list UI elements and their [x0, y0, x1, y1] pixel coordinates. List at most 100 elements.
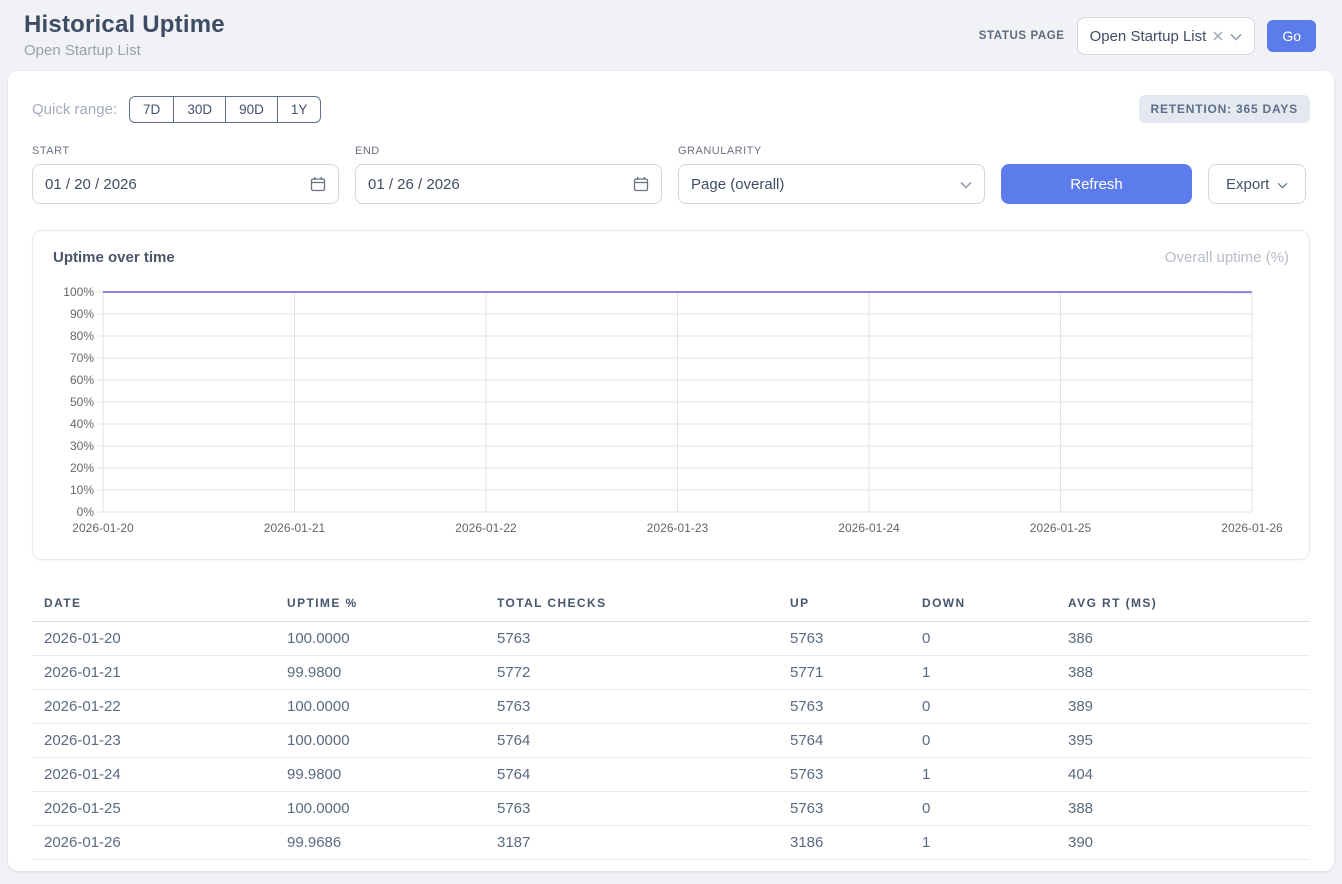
end-date-input[interactable]: 01 / 26 / 2026: [355, 164, 662, 204]
table-cell: 2026-01-26: [32, 826, 275, 860]
table-cell: 5771: [778, 656, 910, 690]
page-subtitle: Open Startup List: [24, 42, 225, 59]
filter-form: START 01 / 20 / 2026 END 01 / 26 / 2026 …: [32, 145, 1310, 204]
table-cell: 0: [910, 792, 1056, 826]
table-cell: 389: [1056, 690, 1310, 724]
granularity-select[interactable]: Page (overall): [678, 164, 985, 204]
y-axis-tick-label: 50%: [70, 395, 94, 409]
table-cell: 3187: [485, 826, 778, 860]
table-header-row: DATEUPTIME %TOTAL CHECKSUPDOWNAVG RT (MS…: [32, 586, 1310, 622]
table-cell: 2026-01-23: [32, 724, 275, 758]
table-cell: 5763: [485, 690, 778, 724]
y-axis-tick-label: 100%: [63, 285, 94, 299]
table-cell: 5763: [778, 690, 910, 724]
end-date-field: END 01 / 26 / 2026: [355, 145, 662, 204]
table-cell: 2026-01-20: [32, 622, 275, 656]
table-cell: 3186: [778, 826, 910, 860]
y-axis-tick-label: 40%: [70, 417, 94, 431]
end-date-value: 01 / 26 / 2026: [368, 176, 460, 193]
chart-title: Uptime over time: [53, 249, 175, 266]
table-row: 2026-01-2699.9686318731861390: [32, 826, 1310, 860]
x-axis-tick-label: 2026-01-24: [838, 521, 900, 535]
y-axis-tick-label: 80%: [70, 329, 94, 343]
y-axis-tick-label: 90%: [70, 307, 94, 321]
table-row: 2026-01-20100.0000576357630386: [32, 622, 1310, 656]
chevron-down-icon: [1277, 176, 1288, 193]
calendar-icon[interactable]: [310, 176, 326, 192]
clear-selection-icon[interactable]: [1212, 30, 1224, 42]
table-cell: 0: [910, 622, 1056, 656]
quick-range-90d[interactable]: 90D: [225, 96, 278, 123]
table-cell: 395: [1056, 724, 1310, 758]
table-cell: 1: [910, 826, 1056, 860]
table-cell: 100.0000: [275, 622, 485, 656]
table-cell: 5764: [485, 758, 778, 792]
status-page-select[interactable]: Open Startup List: [1077, 17, 1256, 55]
table-cell: 5763: [778, 622, 910, 656]
page-title: Historical Uptime: [24, 11, 225, 39]
table-cell: 5763: [485, 622, 778, 656]
granularity-selected-value: Page (overall): [691, 176, 784, 193]
table-cell: 5764: [778, 724, 910, 758]
retention-badge: RETENTION: 365 DAYS: [1139, 95, 1310, 123]
quick-range-label: Quick range:: [32, 101, 117, 118]
start-date-value: 01 / 20 / 2026: [45, 176, 137, 193]
table-cell: 99.9800: [275, 758, 485, 792]
table-row: 2026-01-22100.0000576357630389: [32, 690, 1310, 724]
y-axis-tick-label: 30%: [70, 439, 94, 453]
table-cell: 99.9800: [275, 656, 485, 690]
header-actions: STATUS PAGE Open Startup List Go: [979, 17, 1316, 55]
x-axis-tick-label: 2026-01-22: [455, 521, 517, 535]
uptime-line-chart: 0%10%20%30%40%50%60%70%80%90%100%2026-01…: [53, 282, 1289, 545]
go-button[interactable]: Go: [1267, 20, 1316, 52]
export-button-label: Export: [1226, 176, 1269, 193]
main-panel: Quick range: 7D30D90D1Y RETENTION: 365 D…: [8, 71, 1334, 871]
x-axis-tick-label: 2026-01-23: [647, 521, 709, 535]
column-header: DOWN: [910, 586, 1056, 622]
export-button[interactable]: Export: [1208, 164, 1306, 204]
table-cell: 404: [1056, 758, 1310, 792]
uptime-chart-card: Uptime over time Overall uptime (%) 0%10…: [32, 230, 1310, 560]
table-row: 2026-01-23100.0000576457640395: [32, 724, 1310, 758]
chevron-down-icon: [960, 176, 972, 193]
refresh-button[interactable]: Refresh: [1001, 164, 1192, 204]
quick-range-7d[interactable]: 7D: [129, 96, 174, 123]
table-cell: 5764: [485, 724, 778, 758]
table-cell: 1: [910, 656, 1056, 690]
table-cell: 388: [1056, 792, 1310, 826]
y-axis-tick-label: 10%: [70, 483, 94, 497]
column-header: DATE: [32, 586, 275, 622]
table-cell: 5763: [485, 792, 778, 826]
start-date-input[interactable]: 01 / 20 / 2026: [32, 164, 339, 204]
table-cell: 5763: [778, 792, 910, 826]
table-cell: 2026-01-25: [32, 792, 275, 826]
table-cell: 5772: [485, 656, 778, 690]
table-cell: 100.0000: [275, 690, 485, 724]
status-page-label: STATUS PAGE: [979, 30, 1065, 42]
y-axis-tick-label: 20%: [70, 461, 94, 475]
quick-range-30d[interactable]: 30D: [173, 96, 226, 123]
x-axis-tick-label: 2026-01-21: [264, 521, 326, 535]
table-row: 2026-01-2199.9800577257711388: [32, 656, 1310, 690]
calendar-icon[interactable]: [633, 176, 649, 192]
table-cell: 1: [910, 758, 1056, 792]
uptime-table: DATEUPTIME %TOTAL CHECKSUPDOWNAVG RT (MS…: [32, 586, 1310, 860]
table-cell: 386: [1056, 622, 1310, 656]
table-row: 2026-01-25100.0000576357630388: [32, 792, 1310, 826]
table-cell: 2026-01-24: [32, 758, 275, 792]
table-cell: 388: [1056, 656, 1310, 690]
quick-range-group: 7D30D90D1Y: [129, 96, 321, 123]
x-axis-tick-label: 2026-01-20: [72, 521, 134, 535]
column-header: UPTIME %: [275, 586, 485, 622]
y-axis-tick-label: 0%: [77, 505, 95, 519]
status-page-selected-value: Open Startup List: [1090, 28, 1207, 45]
x-axis-tick-label: 2026-01-25: [1030, 521, 1092, 535]
table-cell: 390: [1056, 826, 1310, 860]
start-date-field: START 01 / 20 / 2026: [32, 145, 339, 204]
quick-range-bar: Quick range: 7D30D90D1Y RETENTION: 365 D…: [32, 95, 1310, 123]
uptime-table-wrap: DATEUPTIME %TOTAL CHECKSUPDOWNAVG RT (MS…: [32, 586, 1310, 860]
table-row: 2026-01-2499.9800576457631404: [32, 758, 1310, 792]
chevron-down-icon: [1230, 28, 1242, 45]
y-axis-tick-label: 70%: [70, 351, 94, 365]
quick-range-1y[interactable]: 1Y: [277, 96, 322, 123]
